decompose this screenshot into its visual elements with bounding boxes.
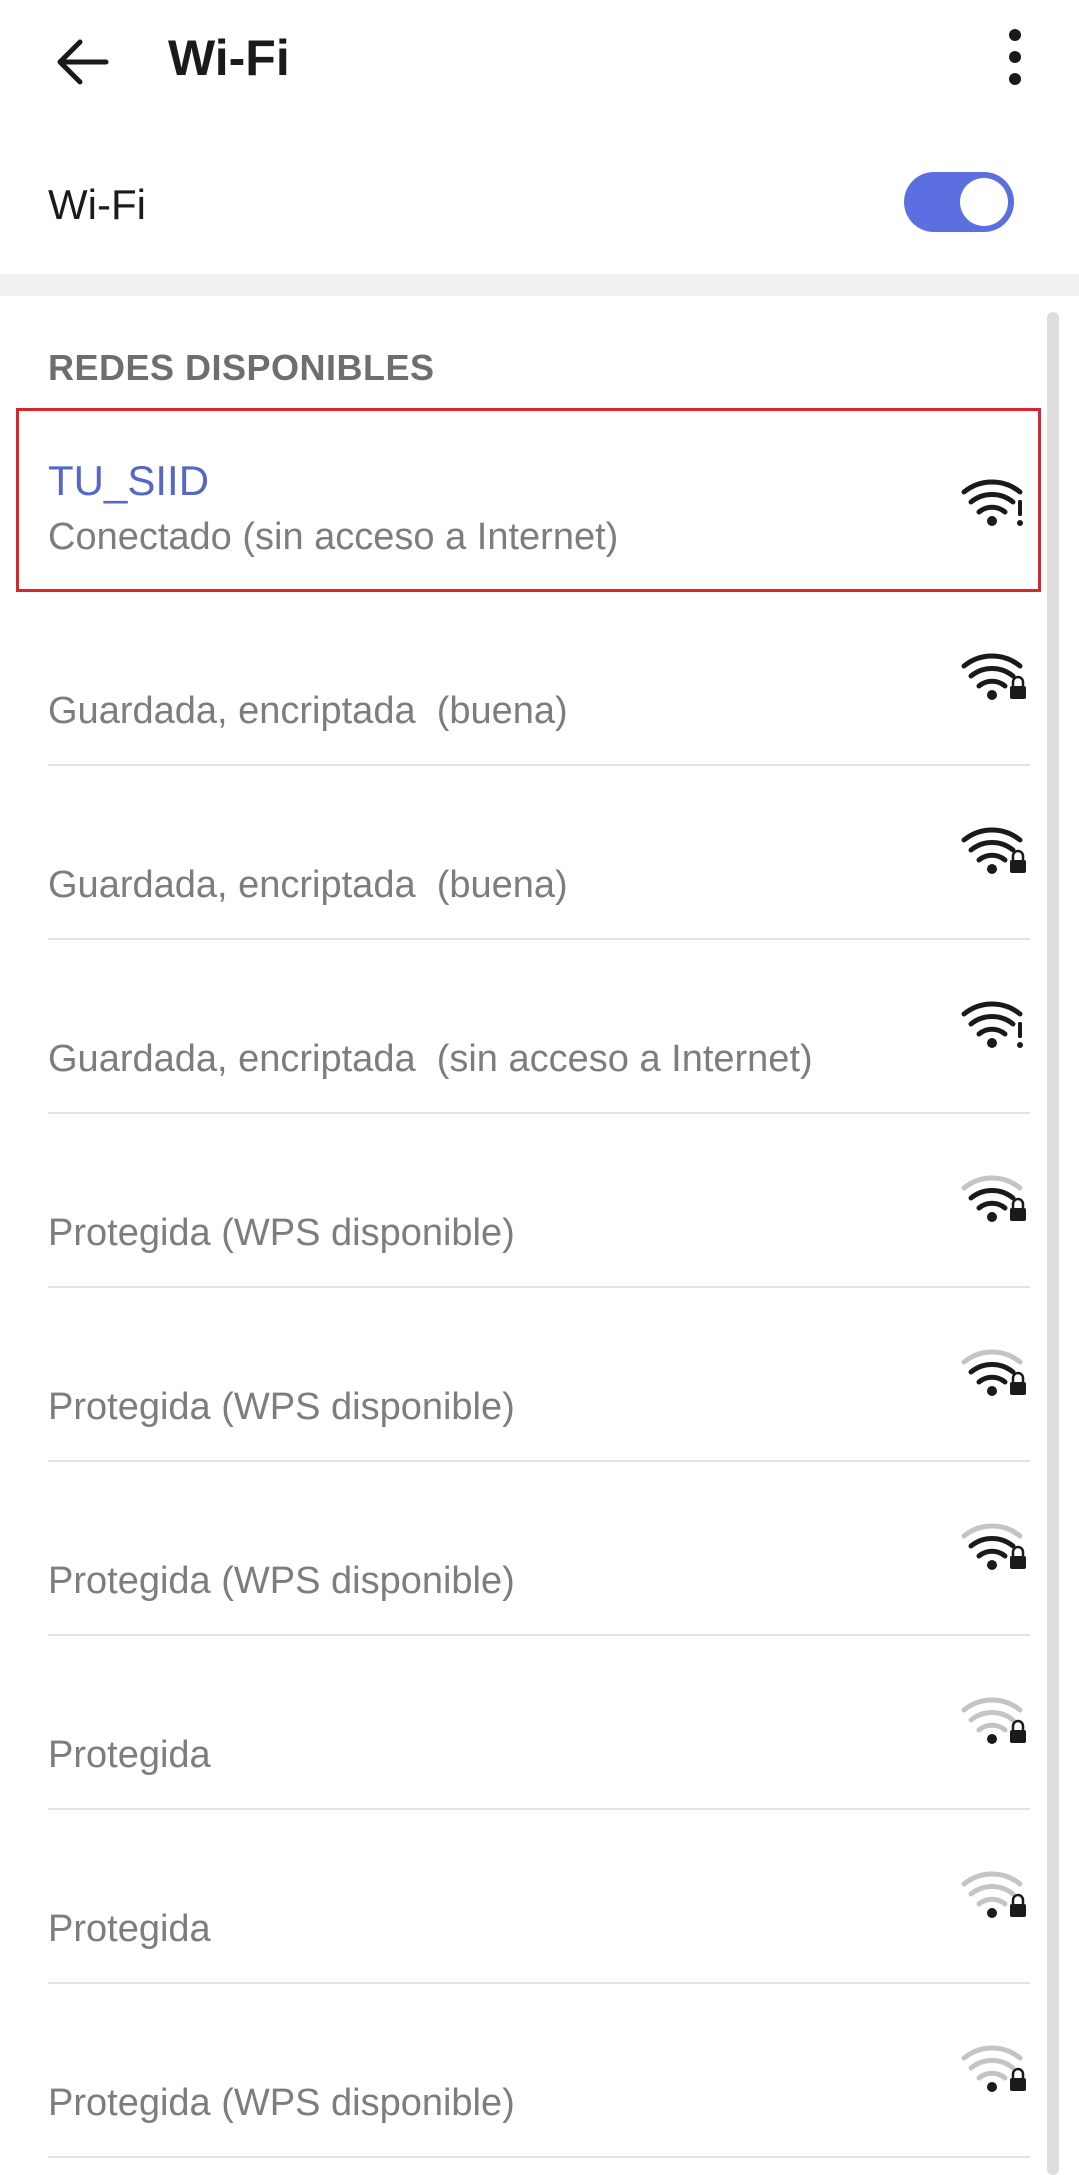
wifi-lock-icon — [960, 1688, 1030, 1748]
wifi-lock-icon — [960, 818, 1030, 878]
wifi-toggle-label: Wi-Fi — [48, 181, 146, 228]
wifi-no-internet-icon — [960, 992, 1030, 1052]
network-row[interactable]: Protegida (WPS disponible) — [0, 1462, 1040, 1636]
network-status: Guardada, encriptada (buena) — [48, 690, 568, 732]
wifi-lock-icon — [960, 1514, 1030, 1574]
network-status: Guardada, encriptada (sin acceso a Inter… — [48, 1038, 813, 1080]
switch-knob — [960, 178, 1008, 226]
network-row[interactable]: Protegida (WPS disponible) — [0, 1114, 1040, 1288]
network-row[interactable]: Protegida — [0, 1636, 1040, 1810]
network-status: Conectado (sin acceso a Internet) — [48, 516, 619, 558]
network-row[interactable]: TU_SIID Conectado (sin acceso a Internet) — [0, 418, 1040, 592]
network-status: Protegida (WPS disponible) — [48, 1212, 515, 1254]
wifi-no-internet-icon — [960, 470, 1030, 530]
wifi-lock-icon — [960, 1340, 1030, 1400]
network-status: Protegida (WPS disponible) — [48, 2082, 515, 2124]
network-status: Protegida (WPS disponible) — [48, 1560, 515, 1602]
scrollbar[interactable] — [1047, 312, 1059, 2175]
network-row[interactable]: Protegida (WPS disponible) — [0, 1984, 1040, 2158]
network-row[interactable]: Guardada, encriptada (sin acceso a Inter… — [0, 940, 1040, 1114]
network-status: Protegida (WPS disponible) — [48, 1386, 515, 1428]
wifi-lock-icon — [960, 644, 1030, 704]
network-row[interactable]: Protegida — [0, 1810, 1040, 1984]
wifi-lock-icon — [960, 2036, 1030, 2096]
network-row[interactable]: Guardada, encriptada (buena) — [0, 766, 1040, 940]
network-status: Guardada, encriptada (buena) — [48, 864, 568, 906]
page-title: Wi-Fi — [168, 30, 290, 86]
wifi-lock-icon — [960, 1862, 1030, 1922]
network-status: Protegida — [48, 1908, 211, 1950]
back-button[interactable] — [42, 22, 122, 102]
wifi-toggle-row[interactable]: Wi-Fi — [0, 140, 1079, 270]
network-row[interactable]: Protegida (WPS disponible) — [0, 1288, 1040, 1462]
section-divider — [0, 274, 1079, 296]
more-options-button[interactable] — [980, 22, 1050, 92]
section-header: REDES DISPONIBLES — [48, 347, 435, 388]
network-status: Protegida — [48, 1734, 211, 1776]
arrow-back-icon — [57, 39, 109, 85]
app-bar: Wi-Fi — [0, 0, 1079, 120]
row-divider — [48, 2156, 1030, 2158]
network-row[interactable]: Guardada, encriptada (buena) — [0, 592, 1040, 766]
network-name: TU_SIID — [48, 457, 210, 504]
wifi-lock-icon — [960, 1166, 1030, 1226]
more-vert-icon — [1009, 29, 1021, 85]
wifi-switch[interactable] — [904, 172, 1014, 232]
